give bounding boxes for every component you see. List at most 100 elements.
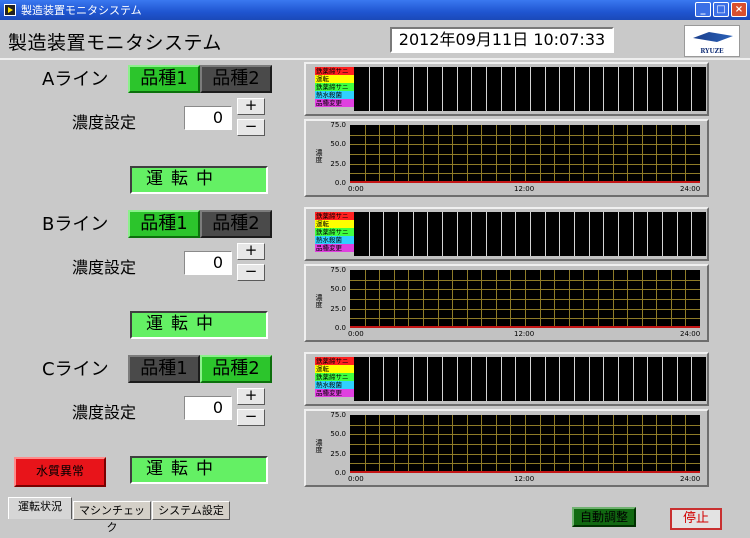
- event-timeline-gridline: [559, 212, 560, 256]
- event-timeline-gridline: [559, 357, 560, 401]
- event-timeline-gridline: [515, 67, 516, 111]
- line-b-product1-button[interactable]: 品種1: [128, 210, 200, 238]
- event-timeline-gridline: [545, 212, 546, 256]
- line-b-chart-ytick: 25.0: [330, 305, 346, 313]
- line-b-concentration-decrement-button[interactable]: −: [237, 264, 265, 281]
- maximize-button[interactable]: □: [713, 2, 729, 17]
- chart-gridline: [350, 463, 700, 464]
- line-c-concentration-increment-button[interactable]: +: [237, 388, 265, 405]
- chart-gridline: [350, 318, 700, 319]
- event-timeline-gridline: [471, 67, 472, 111]
- event-timeline-gridline: [647, 67, 648, 111]
- event-timeline-gridline: [618, 67, 619, 111]
- line-a-product1-button[interactable]: 品種1: [128, 65, 200, 93]
- water-quality-alarm[interactable]: 水質異常: [14, 457, 106, 487]
- line-c-chart-xtick: 24:00: [680, 475, 701, 483]
- line-a-concentration-value[interactable]: 0: [184, 106, 232, 130]
- event-timeline-gridline: [398, 67, 399, 111]
- tab-machine-check[interactable]: マシンチェック: [73, 501, 151, 534]
- event-timeline-gridline: [633, 67, 634, 111]
- line-b-concentration-increment-button[interactable]: +: [237, 243, 265, 260]
- datetime-display: 2012年09月11日 10:07:33: [390, 27, 614, 53]
- line-b-event-legend: 鉄薬締サニ 運転 鉄薬締サニ 熱水殺菌 品種変更: [315, 212, 357, 252]
- close-button[interactable]: ×: [731, 2, 747, 17]
- event-timeline-gridline: [574, 212, 575, 256]
- line-c-product2-button[interactable]: 品種2: [200, 355, 272, 383]
- event-timeline-gridline: [633, 357, 634, 401]
- event-timeline-gridline: [677, 212, 678, 256]
- event-timeline-gridline: [589, 357, 590, 401]
- line-a-concentration-chart: 濃度 75.0 50.0 25.0 0.0 0:00 12:00 24:00: [304, 119, 709, 197]
- event-timeline-gridline: [574, 67, 575, 111]
- event-timeline-gridline: [486, 212, 487, 256]
- line-a-event-strip: 鉄薬締サニ 運転 鉄薬締サニ 熱水殺菌 品種変更: [304, 62, 709, 116]
- line-c-legend-item: 運転: [315, 365, 357, 373]
- line-c-legend-item: 鉄薬締サニ: [315, 373, 357, 381]
- line-c-legend-item: 鉄薬締サニ: [315, 357, 357, 365]
- line-a-chart-plot-area: [350, 125, 700, 183]
- line-a-concentration-decrement-button[interactable]: −: [237, 119, 265, 136]
- chart-gridline: [350, 173, 700, 174]
- line-b-event-strip: 鉄薬締サニ 運転 鉄薬締サニ 熱水殺菌 品種変更: [304, 207, 709, 261]
- event-timeline-gridline: [501, 212, 502, 256]
- line-b-concentration-value[interactable]: 0: [184, 251, 232, 275]
- line-c-chart-ytick: 25.0: [330, 450, 346, 458]
- event-timeline-gridline: [618, 212, 619, 256]
- event-timeline-gridline: [369, 67, 370, 111]
- line-c-concentration-value[interactable]: 0: [184, 396, 232, 420]
- event-timeline-gridline: [603, 67, 604, 111]
- event-timeline-gridline: [662, 212, 663, 256]
- chart-gridline: [350, 154, 700, 155]
- tab-operation-status[interactable]: 運転状況: [8, 497, 72, 519]
- event-timeline-gridline: [486, 357, 487, 401]
- chart-gridline: [350, 135, 700, 136]
- line-b-concentration-chart: 濃度 75.0 50.0 25.0 0.0 0:00 12:00 24:00: [304, 264, 709, 342]
- minimize-button[interactable]: _: [695, 2, 711, 17]
- event-timeline-gridline: [442, 357, 443, 401]
- line-b-product2-button[interactable]: 品種2: [200, 210, 272, 238]
- line-c-chart-ylabel: 濃度: [315, 439, 323, 453]
- line-b-chart-ytick: 0.0: [334, 324, 346, 332]
- event-timeline-gridline: [515, 357, 516, 401]
- line-a-concentration-label: 濃度設定: [72, 113, 137, 132]
- line-b-chart-xtick: 0:00: [348, 330, 364, 338]
- event-timeline-gridline: [457, 357, 458, 401]
- line-b-label: Bライン: [42, 214, 109, 235]
- stop-button[interactable]: 停止: [670, 508, 722, 530]
- line-a-legend-item: 品種変更: [315, 99, 357, 107]
- line-a-legend-item: 運転: [315, 75, 357, 83]
- line-c-chart-ytick: 0.0: [334, 469, 346, 477]
- chart-gridline: [350, 280, 700, 281]
- event-timeline-gridline: [427, 67, 428, 111]
- line-c-chart-ytick: 50.0: [330, 430, 346, 438]
- line-a-status-indicator: 運転中: [130, 166, 268, 194]
- event-timeline-gridline: [677, 357, 678, 401]
- chart-gridline: [350, 444, 700, 445]
- line-c-concentration-decrement-button[interactable]: −: [237, 409, 265, 426]
- auto-adjust-button[interactable]: 自動調整: [572, 507, 636, 527]
- event-timeline-gridline: [413, 67, 414, 111]
- event-timeline-gridline: [442, 67, 443, 111]
- window-title: 製造装置モニタシステム: [21, 4, 142, 17]
- line-c-product1-button[interactable]: 品種1: [128, 355, 200, 383]
- line-c-chart-plot-area: [350, 415, 700, 473]
- event-timeline-gridline: [603, 357, 604, 401]
- tab-system-settings[interactable]: システム設定: [152, 501, 230, 520]
- app-run-icon: [4, 4, 16, 16]
- line-a-legend-item: 鉄薬締サニ: [315, 83, 357, 91]
- event-timeline-gridline: [589, 212, 590, 256]
- line-c-chart-ytick: 75.0: [330, 411, 346, 419]
- line-b-concentration-label: 濃度設定: [72, 258, 137, 277]
- event-timeline-gridline: [369, 212, 370, 256]
- line-c-concentration-chart: 濃度 75.0 50.0 25.0 0.0 0:00 12:00 24:00: [304, 409, 709, 487]
- event-timeline-gridline: [486, 67, 487, 111]
- event-timeline-gridline: [369, 357, 370, 401]
- line-a-concentration-increment-button[interactable]: +: [237, 98, 265, 115]
- event-timeline-gridline: [545, 357, 546, 401]
- line-b-legend-item: 鉄薬締サニ: [315, 228, 357, 236]
- company-logo: RYUZE: [684, 25, 740, 57]
- line-a-legend-item: 鉄薬締サニ: [315, 67, 357, 75]
- line-a-product2-button[interactable]: 品種2: [200, 65, 272, 93]
- line-a-chart-ytick: 50.0: [330, 140, 346, 148]
- event-timeline-gridline: [647, 212, 648, 256]
